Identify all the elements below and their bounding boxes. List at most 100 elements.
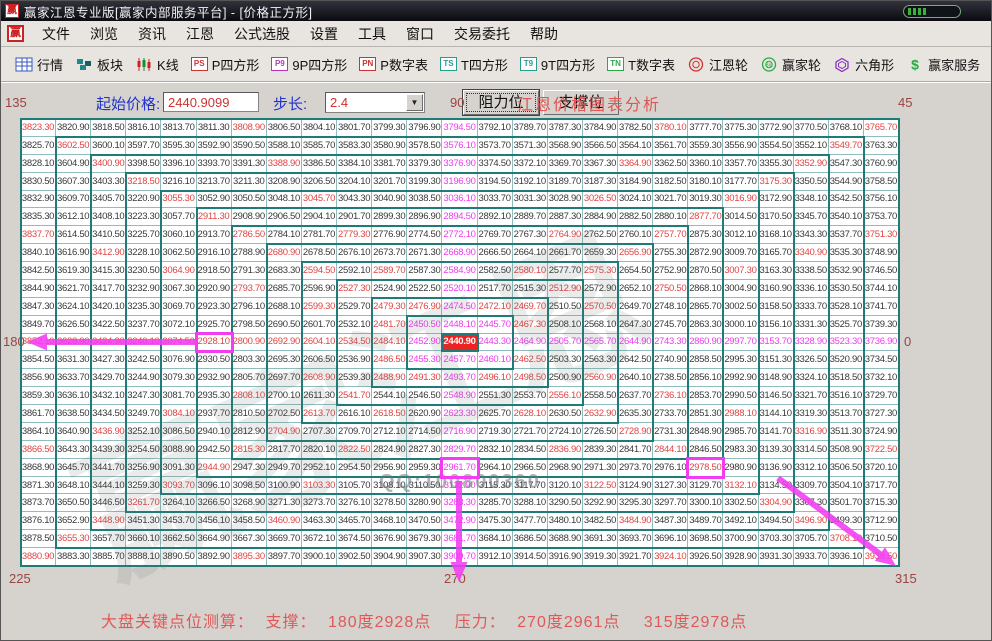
grid-cell: 3372.10 bbox=[513, 155, 548, 173]
grid-cell: 2812.90 bbox=[232, 423, 267, 441]
grid-cell: 3448.90 bbox=[91, 512, 126, 530]
grid-cell: 3364.90 bbox=[618, 155, 653, 173]
grid-cell: 3710.50 bbox=[864, 530, 899, 548]
grid-cell: 3854.50 bbox=[21, 351, 56, 369]
grid-cell: 2688.10 bbox=[267, 298, 302, 316]
grid-cell: 2808.10 bbox=[232, 387, 267, 405]
grid-cell: 3732.10 bbox=[864, 369, 899, 387]
grid-cell: 3307.30 bbox=[794, 494, 829, 512]
angle-label-225: 225 bbox=[9, 571, 31, 586]
grid-cell: 2968.90 bbox=[548, 459, 583, 477]
grid-cell: 3069.70 bbox=[161, 298, 196, 316]
grid-cell: 3756.10 bbox=[864, 191, 899, 209]
grid-cell: 2498.50 bbox=[513, 369, 548, 387]
grid-cell: 3040.90 bbox=[372, 191, 407, 209]
grid-cell: 2572.90 bbox=[583, 280, 618, 298]
tool-1-blocks[interactable]: 板块 bbox=[69, 53, 129, 76]
grid-cell: 3640.90 bbox=[56, 423, 91, 441]
tool-4-P9[interactable]: P99P四方形 bbox=[265, 53, 353, 76]
grid-cell: 3456.10 bbox=[197, 512, 232, 530]
grid-cell: 3523.30 bbox=[829, 334, 864, 352]
grid-cell: 3612.10 bbox=[56, 208, 91, 226]
tool-9-wheel[interactable]: 江恩轮 bbox=[681, 53, 754, 76]
grid-cell: 2796.10 bbox=[232, 298, 267, 316]
grid-cell: 3232.90 bbox=[126, 280, 161, 298]
grid-cell: 3825.70 bbox=[21, 137, 56, 155]
grid-cell: 2956.90 bbox=[372, 459, 407, 477]
grid-cell: 3144.10 bbox=[759, 405, 794, 423]
tool-8-TN[interactable]: TNT数字表 bbox=[601, 53, 681, 76]
menu-item-5[interactable]: 设置 bbox=[300, 23, 348, 45]
badge-icon: P9 bbox=[271, 57, 288, 71]
grid-cell: 3919.30 bbox=[583, 548, 618, 566]
grid-cell: 2947.30 bbox=[232, 459, 267, 477]
tool-0-quote-grid[interactable]: 行情 bbox=[9, 53, 69, 76]
grid-cell: 2678.50 bbox=[302, 244, 337, 262]
grid-cell: 3626.50 bbox=[56, 316, 91, 334]
menu-item-7[interactable]: 窗口 bbox=[396, 23, 444, 45]
tool-12-dollar[interactable]: $赢家服务 bbox=[900, 53, 986, 76]
menu-item-1[interactable]: 浏览 bbox=[80, 23, 128, 45]
tool-label: P数字表 bbox=[380, 55, 428, 74]
grid-cell: 3324.10 bbox=[794, 369, 829, 387]
menu-item-9[interactable]: 帮助 bbox=[520, 23, 568, 45]
grid-cell: 3158.50 bbox=[759, 298, 794, 316]
grid-cell: 3727.30 bbox=[864, 405, 899, 423]
grid-cell: 3856.90 bbox=[21, 369, 56, 387]
grid-cell: 2664.10 bbox=[513, 244, 548, 262]
grid-cell: 3398.50 bbox=[126, 155, 161, 173]
grid-cell: 3110.50 bbox=[407, 477, 442, 495]
grid-cell: 3302.50 bbox=[723, 494, 758, 512]
start-price-input[interactable] bbox=[163, 92, 259, 112]
app-window: 赢 赢家江恩专业版[赢家内部服务平台] - [价格正方形] 赢 文件浏览资讯江恩… bbox=[0, 0, 992, 641]
grid-cell: 3247.30 bbox=[126, 387, 161, 405]
grid-cell: 3264.10 bbox=[161, 494, 196, 512]
grid-cell: 3084.10 bbox=[161, 405, 196, 423]
grid-cell: 3604.90 bbox=[56, 155, 91, 173]
menu-item-2[interactable]: 资讯 bbox=[128, 23, 176, 45]
grid-cell: 2923.30 bbox=[197, 298, 232, 316]
grid-cell: 3616.90 bbox=[56, 244, 91, 262]
grid-cell: 3914.50 bbox=[513, 548, 548, 566]
grid-cell: 2959.30 bbox=[407, 459, 442, 477]
pressure-label: 压力： bbox=[455, 614, 506, 631]
grid-cell: 3806.50 bbox=[267, 119, 302, 137]
grid-cell: 3751.30 bbox=[864, 226, 899, 244]
grid-cell: 3787.30 bbox=[548, 119, 583, 137]
grid-cell: 2988.10 bbox=[723, 405, 758, 423]
grid-cell: 3180.10 bbox=[688, 173, 723, 191]
grid-cell: 3429.70 bbox=[91, 369, 126, 387]
grid-cell: 3688.90 bbox=[548, 530, 583, 548]
chevron-down-icon[interactable]: ▼ bbox=[406, 94, 423, 111]
grid-cell: 3036.10 bbox=[442, 191, 477, 209]
grid-cell: 3216.10 bbox=[161, 173, 196, 191]
grid-cell: 2844.10 bbox=[653, 441, 688, 459]
menu-item-3[interactable]: 江恩 bbox=[176, 23, 224, 45]
grid-cell: 2522.50 bbox=[407, 280, 442, 298]
grid-cell: 3480.10 bbox=[548, 512, 583, 530]
tool-7-T9[interactable]: T99T四方形 bbox=[514, 53, 601, 76]
tool-11-hexagon[interactable]: 六角形 bbox=[827, 53, 900, 76]
grid-cell: 3873.70 bbox=[21, 494, 56, 512]
grid-cell: 3530.50 bbox=[829, 280, 864, 298]
step-select[interactable]: 2.4 ▼ bbox=[325, 92, 425, 113]
grid-cell: 2443.30 bbox=[478, 334, 513, 352]
tool-6-TS[interactable]: TST四方形 bbox=[434, 53, 514, 76]
menu-item-0[interactable]: 文件 bbox=[32, 23, 80, 45]
menu-item-6[interactable]: 工具 bbox=[348, 23, 396, 45]
grid-cell: 3650.50 bbox=[56, 494, 91, 512]
grid-cell: 3242.50 bbox=[126, 351, 161, 369]
grid-cell: 2640.10 bbox=[618, 369, 653, 387]
grid-cell: 2568.10 bbox=[583, 316, 618, 334]
tool-2-candlestick[interactable]: K线 bbox=[129, 53, 185, 76]
grid-cell: 3568.90 bbox=[548, 137, 583, 155]
tool-3-PS[interactable]: PSP四方形 bbox=[185, 53, 266, 76]
grid-cell: 2930.50 bbox=[197, 351, 232, 369]
menu-item-4[interactable]: 公式选股 bbox=[224, 23, 300, 45]
grid-cell: 3828.10 bbox=[21, 155, 56, 173]
grid-cell: 3290.50 bbox=[548, 494, 583, 512]
tool-5-PN[interactable]: PNP数字表 bbox=[353, 53, 434, 76]
grid-cell: 3434.50 bbox=[91, 405, 126, 423]
tool-10-wheel-big[interactable]: Big赢家轮 bbox=[754, 53, 827, 76]
menu-item-8[interactable]: 交易委托 bbox=[444, 23, 520, 45]
